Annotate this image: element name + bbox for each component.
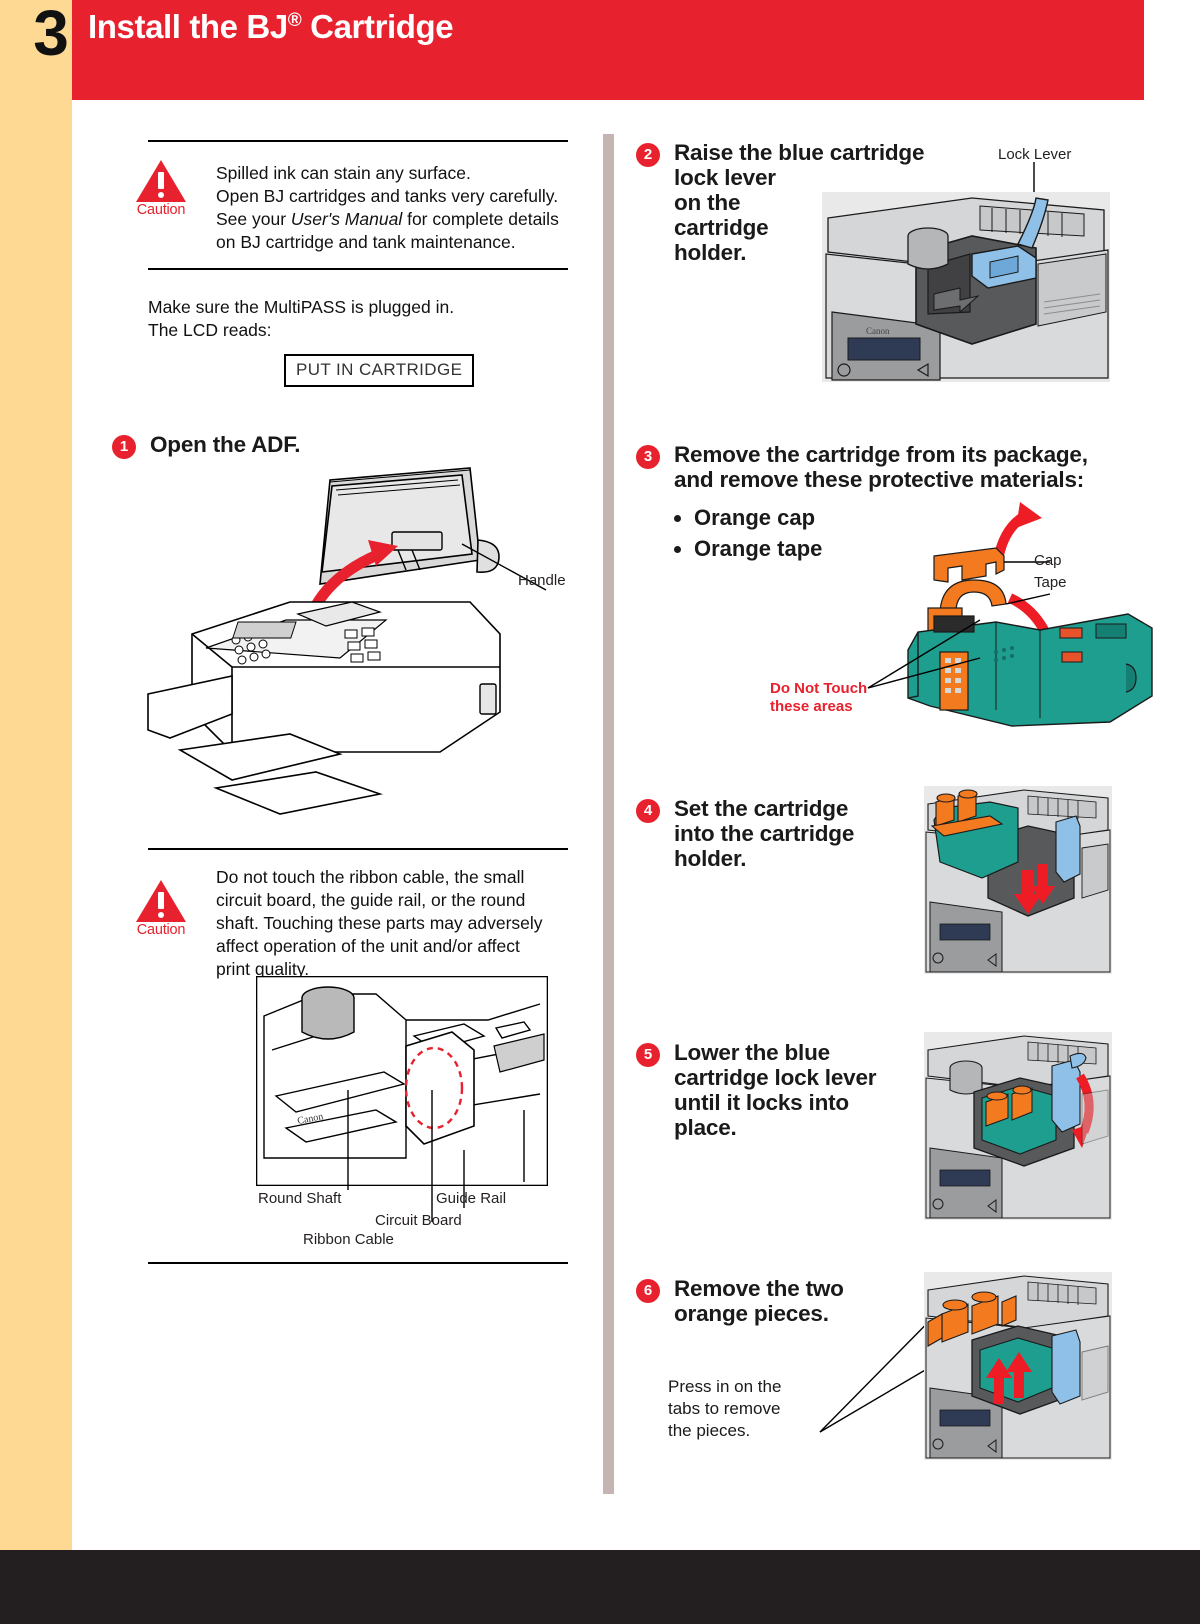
label-handle: Handle	[518, 572, 566, 589]
caution-label: Caution	[136, 202, 186, 218]
step-number-6: 6	[636, 1279, 660, 1303]
label-do-not-touch: Do Not Touch these areas	[770, 680, 880, 716]
caution2-line: shaft. Touching these parts may adversel…	[216, 913, 543, 933]
caution-bottom-rule	[148, 268, 568, 270]
step-4-line: Set the cartridge	[674, 796, 849, 821]
do-not-touch-line1: Do Not Touch	[770, 680, 868, 697]
step-number-5: 5	[636, 1043, 660, 1067]
page-title-main: Install the BJ	[88, 8, 288, 45]
lcd-display: PUT IN CARTRIDGE	[284, 354, 475, 387]
step-3-line: and remove these protective materials:	[674, 467, 1085, 492]
do-not-touch-leader-lines	[867, 619, 981, 689]
caution-text-touch: Do not touch the ribbon cable, the small…	[216, 866, 616, 981]
caution2-line: affect operation of the unit and/or affe…	[216, 936, 520, 956]
step-4-line: holder.	[674, 846, 747, 871]
plugged-in-note: Make sure the MultiPASS is plugged in. T…	[148, 296, 568, 342]
step-5-line: cartridge lock lever	[674, 1065, 877, 1090]
step-3-bullets: Orange cap Orange tape	[672, 502, 822, 564]
page-footer-bar	[0, 1550, 1200, 1624]
caution2-top-rule	[148, 848, 568, 850]
step-3-text: Remove the cartridge from its package, a…	[674, 442, 1174, 492]
registered-icon: ®	[287, 10, 302, 31]
caution-line: Spilled ink can stain any surface.	[216, 163, 471, 183]
label-ribbon-cable: Ribbon Cable	[303, 1231, 394, 1248]
step-5-text: Lower the blue cartridge lock lever unti…	[674, 1040, 877, 1140]
label-round-shaft: Round Shaft	[258, 1190, 342, 1207]
figure-lower-lever	[924, 1032, 1112, 1225]
page-title-tail: Cartridge	[301, 8, 454, 45]
step-3-line: Remove the cartridge from its package,	[674, 442, 1088, 467]
caution2-line: circuit board, the guide rail, or the ro…	[216, 890, 526, 910]
caution-label-2: Caution	[136, 922, 186, 938]
plugged-note-line2: The LCD reads:	[148, 320, 272, 340]
caution2-line: Do not touch the ribbon cable, the small	[216, 867, 525, 887]
left-color-rail	[0, 0, 72, 1550]
bullet-orange-cap: Orange cap	[694, 502, 822, 533]
label-circuit-board: Circuit Board	[375, 1212, 462, 1229]
caution-top-rule	[148, 140, 568, 142]
caution-line: Open BJ cartridges and tanks very carefu…	[216, 186, 559, 206]
step-5-line: place.	[674, 1115, 737, 1140]
caution-line: See your User's Manual for complete deta…	[216, 209, 559, 229]
step-2-line: lock lever	[674, 165, 776, 190]
caution-warning-icon: Caution	[130, 160, 192, 218]
figure-carriage-lever-up: Canon	[822, 192, 1110, 387]
caution2-bottom-rule	[148, 1262, 568, 1264]
plugged-note-line1: Make sure the MultiPASS is plugged in.	[148, 297, 455, 317]
figure-printer-adf-open	[140, 462, 580, 827]
step-number-2: 2	[636, 143, 660, 167]
step-2-line: Raise the blue cartridge	[674, 140, 925, 165]
manual-title: User's Manual	[290, 209, 403, 229]
caution-text-ink: Spilled ink can stain any surface. Open …	[216, 162, 606, 254]
figure-remove-orange-pieces	[924, 1272, 1112, 1465]
step-4-line: into the cartridge	[674, 821, 855, 846]
step-number-3: 3	[636, 445, 660, 469]
svg-text:Canon: Canon	[866, 326, 890, 336]
page-title: Install the BJ® Cartridge	[88, 8, 454, 46]
do-not-touch-line2: these areas	[770, 698, 853, 715]
step-5-line: until it locks into	[674, 1090, 849, 1115]
figure-set-cartridge	[924, 786, 1112, 979]
caution-warning-icon-2: Caution	[130, 880, 192, 938]
step-4-text: Set the cartridge into the cartridge hol…	[674, 796, 854, 871]
step-number-1: 1	[112, 435, 136, 459]
label-guide-rail: Guide Rail	[436, 1190, 507, 1207]
handle-leader-line	[461, 543, 547, 591]
step-5-line: Lower the blue	[674, 1040, 830, 1065]
caution-line: on BJ cartridge and tank maintenance.	[216, 232, 516, 252]
label-tape: Tape	[1034, 574, 1067, 591]
label-cap: Cap	[1034, 552, 1062, 569]
bullet-orange-tape: Orange tape	[694, 533, 822, 564]
column-divider	[603, 134, 614, 1494]
step-number-4: 4	[636, 799, 660, 823]
chapter-number: 3	[33, 0, 69, 69]
step-1-text: Open the ADF.	[150, 432, 301, 457]
